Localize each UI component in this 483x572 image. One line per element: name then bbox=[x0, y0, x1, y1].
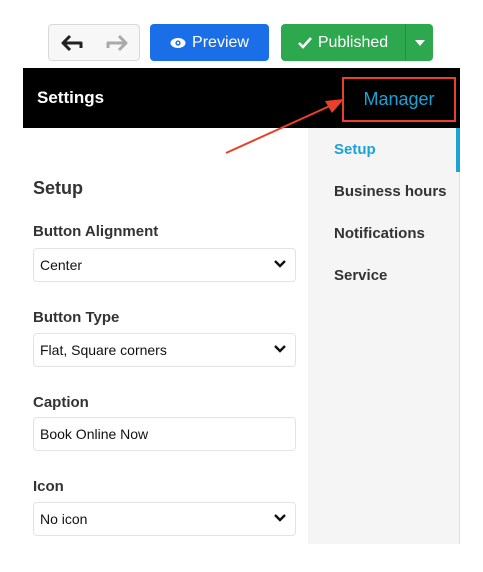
button-alignment-value: Center bbox=[40, 257, 83, 273]
eye-icon bbox=[170, 37, 186, 48]
caption-value: Book Online Now bbox=[40, 426, 149, 442]
published-button[interactable]: Published bbox=[281, 24, 406, 61]
caption-label: Caption bbox=[33, 394, 89, 411]
published-button-group: Published bbox=[281, 24, 433, 61]
preview-label: Preview bbox=[192, 33, 249, 51]
undo-arrow-icon bbox=[61, 34, 82, 51]
icon-value: No icon bbox=[40, 511, 88, 527]
button-alignment-label: Button Alignment bbox=[33, 223, 159, 240]
button-alignment-select[interactable]: Center bbox=[33, 248, 296, 282]
preview-button[interactable]: Preview bbox=[150, 24, 269, 61]
undo-redo-group bbox=[48, 24, 140, 61]
annotation-arrow-icon bbox=[225, 99, 344, 154]
menu-item-business-hours[interactable]: Business hours bbox=[334, 183, 447, 200]
section-title: Setup bbox=[33, 178, 84, 198]
caret-down-icon bbox=[414, 39, 425, 46]
button-type-label: Button Type bbox=[33, 309, 120, 326]
manager-tab[interactable]: Manager bbox=[342, 77, 456, 122]
chevron-down-icon bbox=[274, 514, 286, 522]
toolbar: Preview Published bbox=[0, 0, 483, 68]
undo-button[interactable] bbox=[49, 25, 94, 60]
icon-label: Icon bbox=[33, 478, 64, 495]
chevron-down-icon bbox=[274, 260, 286, 268]
button-type-value: Flat, Square corners bbox=[40, 342, 167, 358]
published-dropdown-toggle[interactable] bbox=[406, 24, 433, 61]
button-type-select[interactable]: Flat, Square corners bbox=[33, 333, 296, 367]
header-title: Settings bbox=[37, 88, 105, 107]
icon-select[interactable]: No icon bbox=[33, 502, 296, 536]
redo-button[interactable] bbox=[94, 25, 139, 60]
settings-menu: Setup Business hours Notifications Servi… bbox=[308, 128, 460, 544]
check-icon bbox=[297, 36, 312, 49]
menu-item-service[interactable]: Service bbox=[334, 267, 387, 284]
active-indicator bbox=[456, 128, 460, 172]
published-label: Published bbox=[317, 33, 389, 51]
redo-arrow-icon bbox=[106, 34, 127, 51]
manager-label: Manager bbox=[363, 89, 435, 109]
chevron-down-icon bbox=[274, 345, 286, 353]
settings-panel: Setup Button Alignment Center Button Typ… bbox=[23, 128, 308, 558]
caption-input[interactable]: Book Online Now bbox=[33, 417, 296, 451]
menu-item-notifications[interactable]: Notifications bbox=[334, 225, 425, 242]
